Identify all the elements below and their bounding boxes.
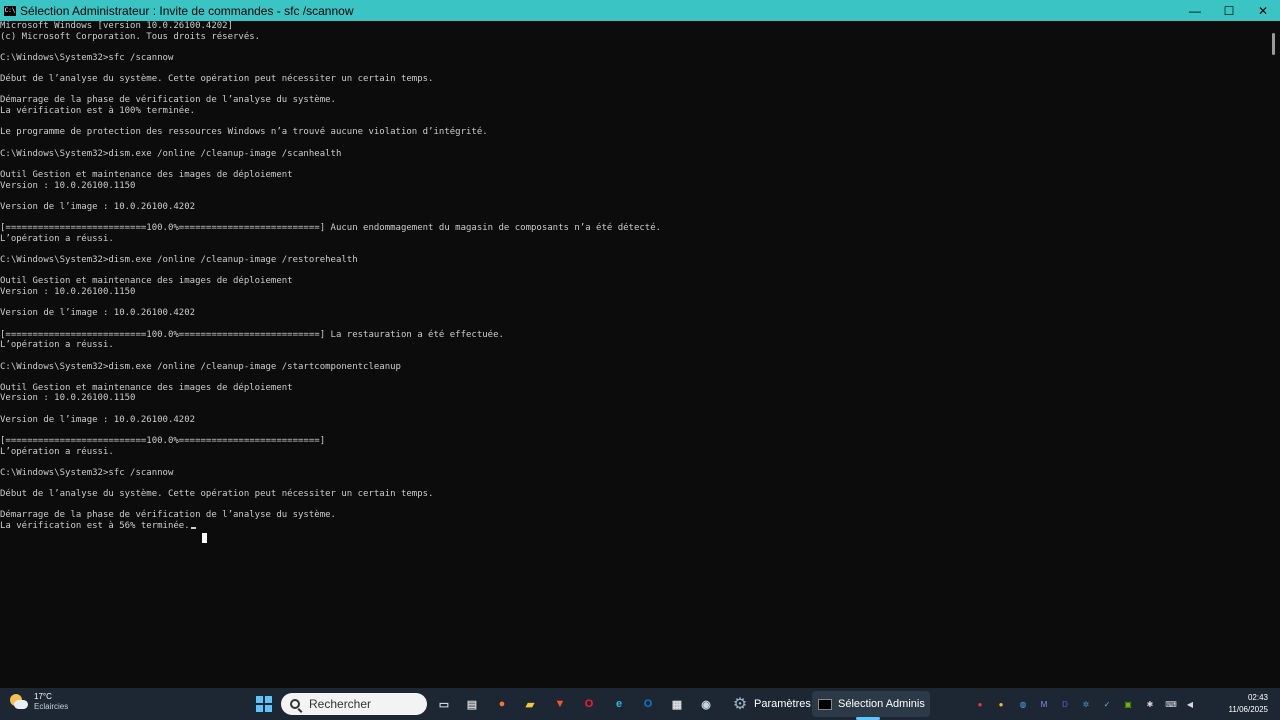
bluetooth-icon[interactable]: ✱ <box>1144 698 1156 710</box>
m-app-icon[interactable]: M <box>1038 698 1050 710</box>
file-explorer-icon[interactable]: ▰ <box>520 694 540 714</box>
edge-icon[interactable]: e <box>609 694 629 714</box>
console-line: La vérification est à 100% terminée. <box>0 106 196 117</box>
text-cursor <box>202 533 207 543</box>
console-line: Outil Gestion et maintenance des images … <box>0 382 293 393</box>
console-line: Microsoft Windows [version 10.0.26100.42… <box>0 21 233 31</box>
console-line: Version de l’image : 10.0.26100.4202 <box>0 414 196 425</box>
console-line: Démarrage de la phase de vérification de… <box>0 95 336 106</box>
console-line: [==========================100.0%=======… <box>0 223 662 234</box>
console-line: (c) Microsoft Corporation. Tous droits r… <box>0 31 261 42</box>
console-line: [==========================100.0%=======… <box>0 435 326 446</box>
window-title: Sélection Administrateur : Invite de com… <box>20 3 354 18</box>
console-line: Version : 10.0.26100.1150 <box>0 393 136 404</box>
weather-condition: Eclaircies <box>34 702 69 711</box>
security-icon[interactable]: ✓ <box>1101 698 1113 710</box>
scrollbar-thumb[interactable] <box>1272 33 1275 55</box>
minimize-button[interactable]: — <box>1178 0 1212 21</box>
console-line: L’opération a réussi. <box>0 233 114 244</box>
console-line: Version : 10.0.26100.1150 <box>0 287 136 298</box>
partly-sunny-icon <box>8 692 28 712</box>
console-line: C:\Windows\System32>sfc /scannow <box>0 467 174 478</box>
console-line: L’opération a réussi. <box>0 340 114 351</box>
search-input[interactable]: Rechercher <box>281 693 427 715</box>
search-icon <box>290 699 300 709</box>
settings-label: Paramètres <box>754 698 811 710</box>
console-line: C:\Windows\System32>dism.exe /online /cl… <box>0 255 358 266</box>
console-line: La vérification est à 56% terminée. <box>0 521 1268 532</box>
terminal-label: Sélection Adminis <box>838 698 925 710</box>
clock-date: 11/06/2025 <box>1228 705 1268 714</box>
console-line: [==========================100.0%=======… <box>0 329 504 340</box>
yellow-app-icon[interactable]: ● <box>995 698 1007 710</box>
firefox-icon[interactable]: ● <box>492 694 512 714</box>
title-bar: C:\ Sélection Administrateur : Invite de… <box>0 0 1280 21</box>
console-line: Version de l’image : 10.0.26100.4202 <box>0 308 196 319</box>
console-line: Outil Gestion et maintenance des images … <box>0 169 293 180</box>
settings-taskbar-button[interactable]: ⚙ Paramètres <box>726 691 811 717</box>
store-icon[interactable]: ▦ <box>667 694 687 714</box>
gear-icon: ⚙ <box>732 696 748 713</box>
keyboard-icon[interactable]: ⌨ <box>1165 698 1177 710</box>
console-output[interactable]: Microsoft Windows [version 10.0.26100.42… <box>0 21 1268 688</box>
volume-icon[interactable]: ◀ <box>1184 698 1196 710</box>
widgets-icon[interactable]: ▤ <box>462 694 482 714</box>
task-view-icon[interactable]: ▭ <box>434 694 454 714</box>
start-button[interactable] <box>256 696 272 712</box>
scrollbar[interactable] <box>1268 21 1280 688</box>
search-placeholder: Rechercher <box>309 697 372 711</box>
terminal-taskbar-button[interactable]: Sélection Adminis <box>812 691 930 717</box>
console-line: Version de l’image : 10.0.26100.4202 <box>0 201 196 212</box>
console-line: Début de l’analyse du système. Cette opé… <box>0 74 434 85</box>
weather-widget[interactable]: 17°C Eclaircies <box>8 692 68 712</box>
weather-temperature: 17°C <box>34 692 52 701</box>
console-line: Le programme de protection des ressource… <box>0 127 488 138</box>
d-app-icon[interactable]: D <box>1059 698 1071 710</box>
underscore-cursor <box>190 527 196 530</box>
clock[interactable]: 02:43 11/06/2025 <box>1222 692 1268 716</box>
clock-time: 02:43 <box>1247 693 1268 702</box>
close-button[interactable]: ✕ <box>1246 0 1280 21</box>
globe-icon[interactable]: ◍ <box>1017 698 1029 710</box>
console-line: Démarrage de la phase de vérification de… <box>0 510 336 521</box>
console-line: C:\Windows\System32>sfc /scannow <box>0 52 174 63</box>
console-line: L’opération a réussi. <box>0 446 114 457</box>
brave-icon[interactable]: ▼ <box>550 694 570 714</box>
nvidia-icon[interactable]: ▣ <box>1122 698 1134 710</box>
console-line: C:\Windows\System32>dism.exe /online /cl… <box>0 361 401 372</box>
terminal-icon <box>818 698 832 710</box>
record-icon[interactable]: ● <box>974 698 986 710</box>
steam-icon[interactable]: ◉ <box>696 694 716 714</box>
outlook-icon[interactable]: O <box>638 694 658 714</box>
maximize-button[interactable]: ☐ <box>1212 0 1246 21</box>
console-line: Début de l’analyse du système. Cette opé… <box>0 489 434 500</box>
console-line: C:\Windows\System32>dism.exe /online /cl… <box>0 148 342 159</box>
settings-tray-icon[interactable]: ✲ <box>1080 698 1092 710</box>
cmd-app-icon: C:\ <box>4 5 16 16</box>
console-line: Outil Gestion et maintenance des images … <box>0 276 293 287</box>
taskbar: 17°C Eclaircies Rechercher ▭ ▤ ● ▰ ▼ Oe O ▦ ◉ ⚙ … <box>0 688 1280 720</box>
opera-icon[interactable]: O <box>579 694 599 714</box>
console-line: Version : 10.0.26100.1150 <box>0 180 136 191</box>
